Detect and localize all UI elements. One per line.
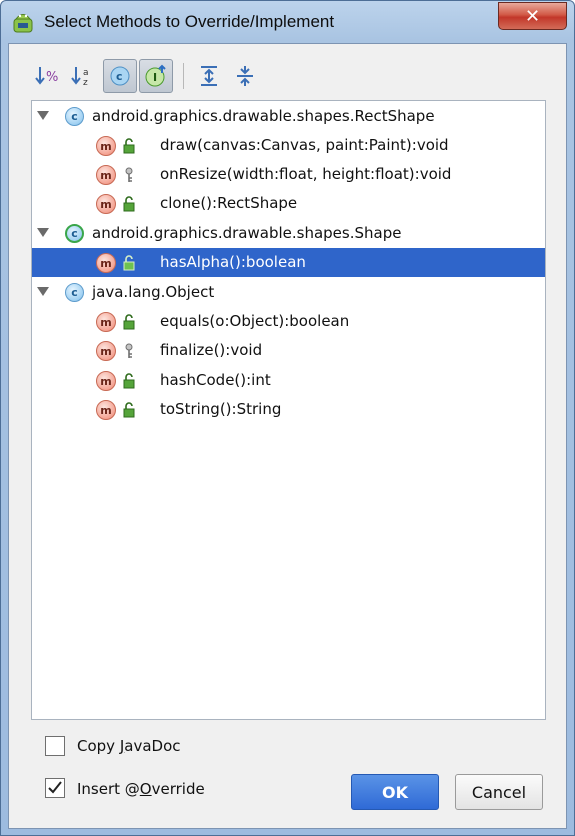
- svg-text:I: I: [153, 71, 157, 84]
- method-row-selected[interactable]: m hasAlpha():boolean: [32, 248, 545, 277]
- copy-javadoc-label[interactable]: Copy JavaDoc: [77, 737, 181, 755]
- protected-key-icon: [125, 343, 133, 358]
- expand-all-icon: [201, 66, 217, 86]
- method-icon: m: [96, 253, 116, 273]
- method-icon: m: [96, 136, 116, 156]
- class-node[interactable]: c android.graphics.drawable.shapes.RectS…: [32, 102, 545, 131]
- method-row[interactable]: m onResize(width:float, height:float):vo…: [32, 160, 545, 189]
- method-signature: toString():String: [160, 400, 282, 418]
- close-button[interactable]: ✕: [498, 2, 567, 30]
- dialog-window: Select Methods to Override/Implement ✕ %…: [0, 0, 575, 836]
- sort-alpha-icon: a z: [71, 67, 89, 87]
- method-row[interactable]: m finalize():void: [32, 336, 545, 365]
- method-icon: m: [96, 400, 116, 420]
- class-node[interactable]: c android.graphics.drawable.shapes.Shape: [32, 219, 545, 248]
- method-icon: m: [96, 165, 116, 185]
- cancel-button[interactable]: Cancel: [455, 774, 543, 810]
- svg-text:%: %: [46, 70, 58, 85]
- ok-button[interactable]: OK: [351, 774, 439, 810]
- method-signature: clone():RectShape: [160, 194, 298, 212]
- class-node[interactable]: c java.lang.Object: [32, 278, 545, 307]
- public-lock-icon: [123, 138, 135, 154]
- show-interfaces-button[interactable]: I: [139, 59, 173, 93]
- sort-alphabetically-button[interactable]: a z: [67, 59, 101, 93]
- close-icon: ✕: [524, 5, 541, 27]
- title-bar[interactable]: Select Methods to Override/Implement ✕: [1, 1, 574, 43]
- protected-key-icon: [125, 167, 133, 182]
- class-name: java.lang.Object: [92, 283, 215, 301]
- public-lock-icon: [123, 402, 135, 418]
- method-icon: m: [96, 341, 116, 361]
- class-name: android.graphics.drawable.shapes.RectSha…: [92, 107, 435, 125]
- abstract-class-icon: c: [65, 224, 84, 243]
- public-lock-icon: [123, 255, 135, 271]
- method-row[interactable]: m draw(canvas:Canvas, paint:Paint):void: [32, 131, 545, 160]
- method-row[interactable]: m equals(o:Object):boolean: [32, 307, 545, 336]
- method-signature: hasAlpha():boolean: [160, 253, 306, 271]
- svg-text:a: a: [83, 68, 89, 78]
- public-lock-icon: [123, 314, 135, 330]
- class-name: android.graphics.drawable.shapes.Shape: [92, 224, 402, 242]
- class-icon: c: [65, 283, 84, 302]
- show-classes-button[interactable]: c: [103, 59, 137, 93]
- android-studio-icon: [13, 14, 33, 33]
- interface-icon: I: [145, 64, 166, 87]
- methods-tree[interactable]: c android.graphics.drawable.shapes.RectS…: [31, 100, 546, 720]
- insert-override-label[interactable]: Insert @Override: [77, 780, 205, 798]
- expand-all-button[interactable]: [192, 59, 226, 93]
- toolbar-separator: [183, 63, 184, 89]
- method-signature: hashCode():int: [160, 371, 271, 389]
- sort-visibility-icon: %: [35, 67, 58, 85]
- svg-text:z: z: [83, 78, 88, 87]
- method-signature: equals(o:Object):boolean: [160, 312, 350, 330]
- collapse-all-button[interactable]: [228, 59, 262, 93]
- collapse-all-icon: [237, 66, 253, 86]
- class-icon: c: [110, 66, 130, 86]
- toolbar: % a z c I: [31, 58, 264, 94]
- dialog-title: Select Methods to Override/Implement: [44, 12, 335, 31]
- class-icon: c: [65, 107, 84, 126]
- copy-javadoc-checkbox[interactable]: [45, 736, 65, 756]
- method-signature: draw(canvas:Canvas, paint:Paint):void: [160, 136, 449, 154]
- svg-text:c: c: [116, 70, 123, 83]
- dialog-body: % a z c I c android.graphics.drawable.sh…: [8, 43, 567, 829]
- insert-override-checkbox[interactable]: [45, 778, 65, 798]
- expand-arrow-icon[interactable]: [37, 287, 49, 296]
- sort-by-visibility-button[interactable]: %: [31, 59, 65, 93]
- method-icon: m: [96, 312, 116, 332]
- method-row[interactable]: m hashCode():int: [32, 366, 545, 395]
- checkmark-icon: [48, 781, 62, 794]
- public-lock-icon: [123, 373, 135, 389]
- method-signature: onResize(width:float, height:float):void: [160, 165, 452, 183]
- method-signature: finalize():void: [160, 341, 263, 359]
- expand-arrow-icon[interactable]: [37, 111, 49, 120]
- public-lock-icon: [123, 196, 135, 212]
- method-icon: m: [96, 371, 116, 391]
- method-row[interactable]: m clone():RectShape: [32, 189, 545, 218]
- expand-arrow-icon[interactable]: [37, 228, 49, 237]
- method-icon: m: [96, 194, 116, 214]
- method-row[interactable]: m toString():String: [32, 395, 545, 424]
